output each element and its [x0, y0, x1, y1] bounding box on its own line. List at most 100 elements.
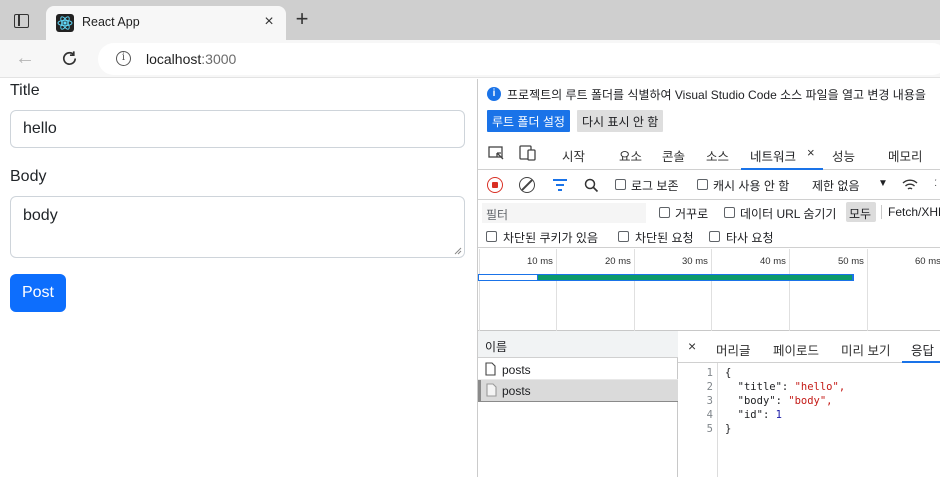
network-bottom-pane: 이름 posts posts × 머리글 페이로드 미리 보기 응답 1 2 3… — [478, 331, 940, 477]
tab-network-label: 네트워크 — [750, 150, 797, 164]
tab-strip: React App × + — [0, 0, 940, 40]
set-root-folder-button[interactable]: 루트 폴더 설정 — [487, 110, 570, 132]
request-list-header[interactable]: 이름 — [478, 331, 678, 358]
hide-data-urls-label: 데이터 URL 숨기기 — [740, 207, 837, 221]
tab-performance[interactable]: 성능 — [832, 146, 855, 165]
timeline-tick-label: 10 ms — [527, 256, 553, 267]
hide-data-urls-checkbox[interactable] — [724, 207, 735, 218]
request-row[interactable]: posts — [478, 359, 678, 380]
resize-handle-icon[interactable] — [454, 247, 462, 255]
timeline-gridline — [789, 249, 790, 331]
disable-cache-checkbox[interactable] — [697, 179, 708, 190]
devtools-infobar: i 프로젝트의 루트 폴더를 식별하여 Visual Studio Code 소… — [478, 79, 940, 137]
address-bar[interactable]: i localhost:3000 — [98, 43, 940, 75]
throttle-value: 제한 없음 — [812, 179, 860, 193]
detail-tabs: × 머리글 페이로드 미리 보기 응답 — [678, 331, 940, 363]
third-party-label: 타사 요청 — [726, 231, 774, 245]
throttle-select[interactable]: 제한 없음 ▼ — [805, 173, 892, 195]
line-gutter: 1 2 3 4 5 — [678, 363, 718, 477]
filter-fetch-xhr-button[interactable]: Fetch/XHR — [888, 205, 940, 219]
search-icon[interactable] — [584, 178, 599, 193]
body-label: Body — [10, 168, 47, 185]
code-line: } — [725, 423, 732, 435]
tab-payload[interactable]: 페이로드 — [773, 340, 819, 359]
disable-cache-label: 캐시 사용 안 함 — [713, 179, 790, 193]
url-text: localhost:3000 — [146, 51, 237, 67]
network-timeline[interactable]: 10 ms 20 ms 30 ms 40 ms 50 ms 60 ms — [478, 249, 940, 331]
name-column-header: 이름 — [485, 340, 508, 354]
reload-icon[interactable] — [60, 49, 79, 68]
tab-welcome[interactable]: 시작 — [562, 146, 585, 165]
third-party-checkbox[interactable] — [709, 231, 720, 242]
title-label: Title — [10, 82, 40, 99]
preserve-log-checkbox[interactable] — [615, 179, 626, 190]
blocked-filter-bar: 차단된 쿠키가 있음 차단된 요청 타사 요청 — [478, 226, 940, 248]
tab-title: React App — [82, 15, 140, 29]
body-textarea[interactable]: body — [10, 196, 465, 258]
inspect-element-icon[interactable] — [488, 146, 505, 161]
post-button[interactable]: Post — [10, 274, 66, 312]
filter-input[interactable]: 필터 — [482, 203, 646, 223]
request-detail: × 머리글 페이로드 미리 보기 응답 1 2 3 4 5 { "title":… — [678, 331, 940, 477]
tab-response[interactable]: 응답 — [902, 331, 940, 363]
line-number: 2 — [706, 381, 713, 393]
tab-elements[interactable]: 요소 — [619, 146, 642, 165]
tab-actions-icon[interactable] — [14, 14, 29, 28]
filter-placeholder: 필터 — [486, 208, 509, 222]
timeline-tick-label: 20 ms — [605, 256, 631, 267]
filter-icon[interactable] — [553, 179, 567, 191]
close-tab-icon[interactable]: × — [261, 14, 277, 30]
invert-label: 거꾸로 — [675, 207, 709, 221]
timeline-tick-label: 40 ms — [760, 256, 786, 267]
timeline-gridline — [556, 249, 557, 331]
react-logo-icon — [56, 14, 74, 32]
react-app-page: Title hello Body body Post — [0, 79, 477, 477]
title-input[interactable]: hello — [10, 110, 465, 148]
blocked-cookies-label: 차단된 쿠키가 있음 — [503, 231, 598, 245]
blocked-cookies-checkbox[interactable] — [486, 231, 497, 242]
divider — [881, 205, 882, 219]
line-number: 5 — [706, 423, 713, 435]
line-number: 3 — [706, 395, 713, 407]
overflow-glyph: ː — [934, 175, 938, 189]
invert-checkbox[interactable] — [659, 207, 670, 218]
code-line: "body": "body", — [737, 395, 833, 407]
document-icon — [485, 362, 496, 376]
clear-log-icon[interactable] — [519, 177, 535, 193]
body-text: body — [23, 207, 58, 224]
tab-console[interactable]: 콘솔 — [662, 146, 685, 165]
tab-memory[interactable]: 메모리 — [888, 146, 923, 165]
response-viewer[interactable]: 1 2 3 4 5 { "title": "hello", "body": "b… — [678, 363, 940, 477]
document-icon — [486, 383, 497, 397]
tab-headers[interactable]: 머리글 — [716, 340, 751, 359]
blocked-requests-checkbox[interactable] — [618, 231, 629, 242]
tab-network[interactable]: 네트워크 × — [741, 137, 823, 170]
code-line: { — [725, 367, 732, 379]
divider — [478, 401, 678, 402]
line-number: 1 — [706, 367, 713, 379]
request-name: posts — [502, 384, 531, 398]
line-number: 4 — [706, 409, 713, 421]
device-toolbar-icon[interactable] — [519, 145, 537, 161]
filter-all-label: 모두 — [849, 207, 872, 221]
timeline-request-bar — [478, 274, 854, 281]
network-conditions-icon[interactable] — [902, 178, 918, 192]
filter-bar: 필터 거꾸로 데이터 URL 숨기기 모두 Fetch/XHR — [478, 200, 940, 226]
tab-preview[interactable]: 미리 보기 — [841, 340, 890, 359]
close-network-tab-icon[interactable]: × — [807, 145, 815, 160]
devtools-tabs: 시작 요소 콘솔 소스 네트워크 × 성능 메모리 — [478, 137, 940, 170]
browser-tab[interactable]: React App × — [46, 6, 286, 40]
timeline-gridline — [711, 249, 712, 331]
timeline-tick-label: 60 ms — [915, 256, 940, 267]
tab-sources[interactable]: 소스 — [706, 146, 729, 165]
request-row-selected[interactable]: posts — [478, 380, 678, 401]
filter-all-button[interactable]: 모두 — [846, 202, 876, 222]
browser-toolbar: ← i localhost:3000 — [0, 40, 940, 78]
close-detail-icon[interactable]: × — [688, 338, 696, 354]
dont-show-again-button[interactable]: 다시 표시 안 함 — [577, 110, 664, 132]
timeline-tick-label: 30 ms — [682, 256, 708, 267]
record-button-icon[interactable] — [487, 177, 503, 193]
site-info-icon[interactable]: i — [116, 51, 131, 66]
new-tab-icon[interactable]: + — [292, 8, 312, 30]
back-arrow-icon[interactable]: ← — [15, 47, 35, 70]
